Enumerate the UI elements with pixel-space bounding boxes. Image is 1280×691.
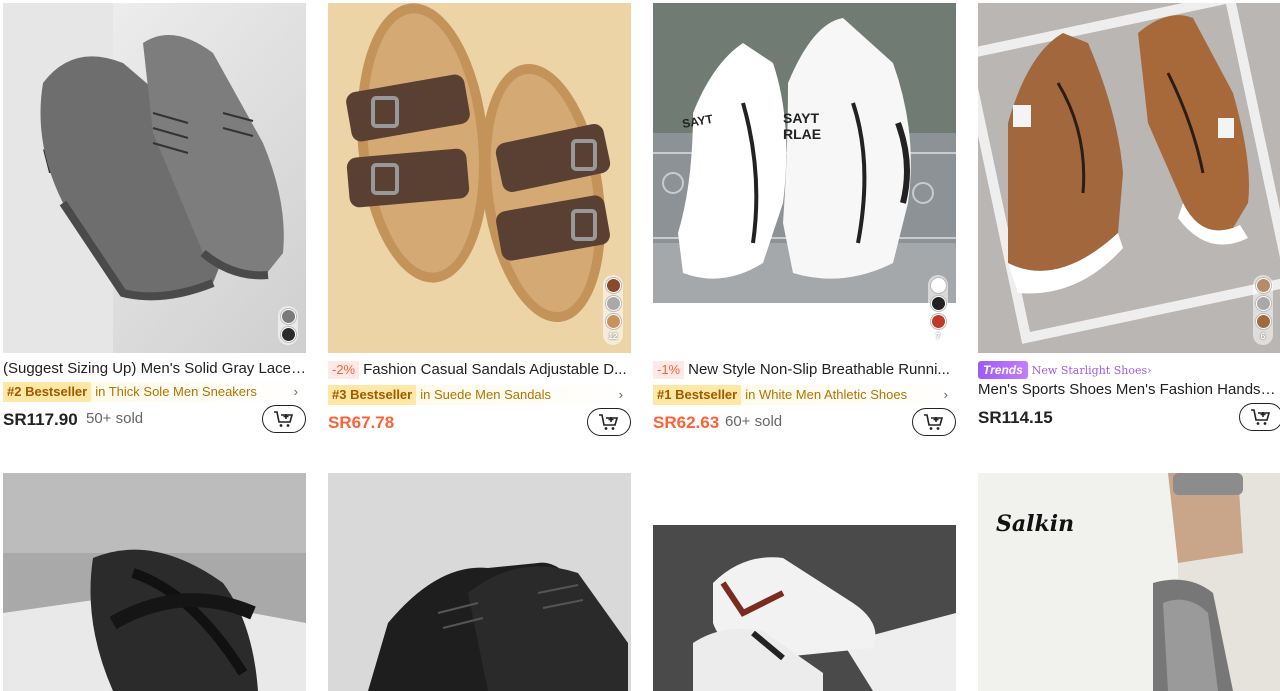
product-title[interactable]: Men's Sports Shoes Men's Fashion Handso.… <box>978 380 1280 400</box>
product-title-text[interactable]: New Style Non-Slip Breathable Runni... <box>688 361 950 378</box>
add-to-cart-button[interactable] <box>912 408 956 436</box>
discount-badge: -2% <box>328 361 360 379</box>
color-swatch[interactable] <box>280 309 296 324</box>
product-image[interactable]: 6 <box>978 3 1280 353</box>
discount-badge: -1% <box>653 361 685 379</box>
product-image[interactable]: Salkin <box>978 473 1280 691</box>
product-title[interactable]: -1% New Style Non-Slip Breathable Runni..… <box>653 360 956 380</box>
add-to-cart-icon <box>599 414 619 430</box>
color-swatch[interactable] <box>930 278 946 293</box>
color-swatch[interactable] <box>605 296 621 311</box>
product-card[interactable]: 12 -2% Fashion Casual Sandals Adjustable … <box>328 3 631 443</box>
product-image[interactable] <box>328 473 631 691</box>
color-swatch[interactable] <box>930 314 946 329</box>
bestseller-badge: #1 Bestseller <box>653 385 742 405</box>
chevron-right-icon: › <box>943 387 948 402</box>
chevron-right-icon: › <box>618 387 623 402</box>
swatch-count: 7 <box>935 332 941 341</box>
color-swatch[interactable] <box>1255 314 1271 329</box>
color-swatch[interactable] <box>605 314 621 329</box>
color-swatch[interactable] <box>930 296 946 311</box>
add-to-cart-icon <box>924 414 944 430</box>
trends-badge: Trends <box>978 361 1028 379</box>
chevron-right-icon: › <box>1147 364 1152 377</box>
product-card[interactable] <box>653 473 956 691</box>
svg-text:RLAE: RLAE <box>783 126 821 142</box>
color-swatch[interactable] <box>1255 296 1271 311</box>
bestseller-rank[interactable]: #2 Bestseller in Thick Sole Men Sneakers … <box>3 382 306 402</box>
color-swatch[interactable] <box>280 327 296 342</box>
color-swatches[interactable]: 6 <box>1253 275 1273 345</box>
trends-tag[interactable]: Trends New Starlight Shoes› <box>978 361 1152 379</box>
svg-text:SAYT: SAYT <box>783 110 820 126</box>
product-image[interactable] <box>3 473 306 691</box>
add-to-cart-icon <box>1251 409 1271 425</box>
product-image[interactable]: SAYT SAYT RLAE 7 <box>653 3 956 353</box>
bestseller-rank[interactable]: #3 Bestseller in Suede Men Sandals › <box>328 385 631 405</box>
swatch-count: 12 <box>608 332 618 341</box>
product-card[interactable] <box>3 473 306 691</box>
swatch-count: 6 <box>1260 332 1266 341</box>
bestseller-rank[interactable]: #1 Bestseller in White Men Athletic Shoes… <box>653 385 956 405</box>
product-price: SR117.90 <box>3 410 78 429</box>
product-price: SR62.63 <box>653 413 720 432</box>
brand-logo: Salkin <box>996 511 1075 537</box>
product-price: SR114.15 <box>978 408 1053 427</box>
add-to-cart-button[interactable] <box>1239 403 1280 431</box>
chevron-right-icon: › <box>293 384 298 399</box>
product-card[interactable]: 6 Trends New Starlight Shoes› Men's Sport… <box>978 3 1280 443</box>
sold-count: 50+ sold <box>86 410 144 427</box>
color-swatch[interactable] <box>1255 278 1271 293</box>
product-card[interactable]: SAYT SAYT RLAE 7 -1% New Style Non-Slip B… <box>653 3 956 443</box>
bestseller-badge: #2 Bestseller <box>3 382 92 402</box>
product-image[interactable]: 12 <box>328 3 631 353</box>
color-swatches[interactable] <box>278 306 298 345</box>
product-card[interactable] <box>328 473 631 691</box>
product-card[interactable]: W (Suggest Sizing Up) Men's Solid Gray L… <box>3 3 306 443</box>
add-to-cart-button[interactable] <box>262 405 306 433</box>
add-to-cart-button[interactable] <box>587 408 631 436</box>
sold-count: 60+ sold <box>725 413 783 430</box>
rank-category: in White Men Athletic Shoes <box>745 387 908 402</box>
bestseller-badge: #3 Bestseller <box>328 385 417 405</box>
product-price: SR67.78 <box>328 413 395 432</box>
rank-category: in Thick Sole Men Sneakers <box>95 384 257 399</box>
product-title-text[interactable]: Men's Sports Shoes Men's Fashion Handso.… <box>978 381 1280 398</box>
rank-category: in Suede Men Sandals <box>420 387 552 402</box>
trends-label[interactable]: New Starlight Shoes <box>1032 364 1147 377</box>
color-swatches[interactable]: 12 <box>603 275 623 345</box>
product-card[interactable]: Salkin <box>978 473 1280 691</box>
color-swatches[interactable]: 7 <box>928 275 948 345</box>
product-image[interactable]: W <box>3 3 306 353</box>
product-title[interactable]: -2% Fashion Casual Sandals Adjustable D..… <box>328 360 631 380</box>
product-title-text[interactable]: (Suggest Sizing Up) Men's Solid Gray Lac… <box>3 360 306 377</box>
product-title[interactable]: (Suggest Sizing Up) Men's Solid Gray Lac… <box>3 359 306 379</box>
product-image[interactable] <box>653 473 956 691</box>
color-swatch[interactable] <box>605 278 621 293</box>
add-to-cart-icon <box>274 411 294 427</box>
product-title-text[interactable]: Fashion Casual Sandals Adjustable D... <box>363 361 627 378</box>
